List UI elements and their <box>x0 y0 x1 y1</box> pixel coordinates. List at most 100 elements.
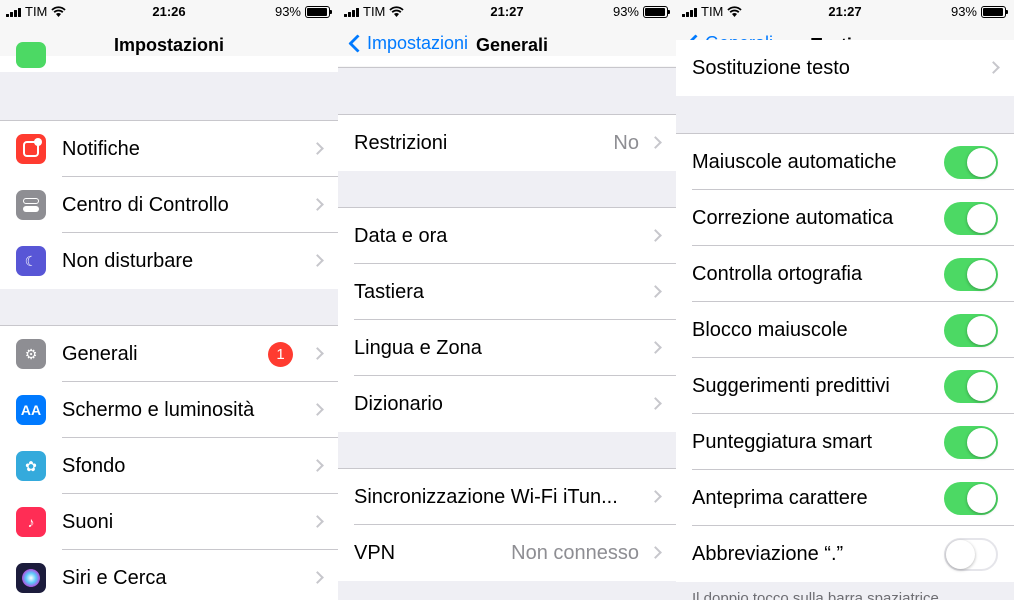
toggle-knob <box>967 148 996 177</box>
battery-icon <box>981 5 1008 18</box>
chevron-right-icon <box>649 229 662 242</box>
row-label: VPN <box>354 542 396 564</box>
row-label: Lingua e Zona <box>354 337 482 359</box>
moon-icon: ☾ <box>16 246 46 276</box>
page-title: Generali <box>476 35 549 55</box>
row-label: Notifiche <box>62 138 140 160</box>
toggle-row-abbreviazione: Abbreviazione “.” <box>676 526 1014 582</box>
chevron-right-icon <box>649 285 662 298</box>
general-row-restrizioni[interactable]: Restrizioni No <box>338 115 676 171</box>
toggle-row-anteprima-carattere: Anteprima carattere <box>676 470 1014 526</box>
speaker-icon: ♪ <box>16 507 46 537</box>
control-center-icon <box>16 190 46 220</box>
toggle-switch[interactable] <box>944 258 998 291</box>
toggle-row-maiuscole-automatiche: Maiuscole automatiche <box>676 134 1014 190</box>
toggle-switch[interactable] <box>944 314 998 347</box>
status-bar: TIM 21:27 93% <box>676 0 1014 24</box>
toggle-row-punteggiatura-smart: Punteggiatura smart <box>676 414 1014 470</box>
general-panel: TIM 21:27 93% Impostazioni Generali Rest… <box>338 0 676 600</box>
general-row-lingua-e-zona[interactable]: Lingua e Zona <box>338 320 676 376</box>
general-row-dizionario[interactable]: Dizionario <box>338 376 676 432</box>
row-label: Restrizioni <box>354 132 448 154</box>
toggle-switch[interactable] <box>944 482 998 515</box>
toggle-knob <box>967 484 996 513</box>
row-label: Schermo e luminosità <box>62 399 255 421</box>
row-label: Punteggiatura smart <box>692 431 873 453</box>
row-label: Sincronizzazione Wi-Fi iTun... <box>354 486 618 508</box>
row-label: Correzione automatica <box>692 207 894 229</box>
row-label: Sfondo <box>62 455 126 477</box>
battery-icon <box>305 5 332 18</box>
settings-row-centro-di-controllo[interactable]: Centro di Controllo <box>0 177 338 233</box>
row-label: Blocco maiuscole <box>692 319 848 341</box>
row-label: Tastiera <box>354 281 425 303</box>
notification-badge: 1 <box>268 342 293 367</box>
toggle-knob <box>967 428 996 457</box>
toggle-switch[interactable] <box>944 202 998 235</box>
chevron-left-icon <box>348 34 367 53</box>
toggle-row-correzione-automatica: Correzione automatica <box>676 190 1014 246</box>
settings-row-sfondo[interactable]: ✿ Sfondo <box>0 438 338 494</box>
general-row-tastiera[interactable]: Tastiera <box>338 264 676 320</box>
gear-icon: ⚙ <box>16 339 46 369</box>
row-label: Data e ora <box>354 225 448 247</box>
row-detail-value: No <box>613 132 639 154</box>
settings-row-suoni[interactable]: ♪ Suoni <box>0 494 338 550</box>
row-label: Anteprima carattere <box>692 487 868 509</box>
partial-row <box>0 42 338 72</box>
settings-row-notifiche[interactable]: Notifiche <box>0 121 338 177</box>
toggle-switch[interactable] <box>944 370 998 403</box>
toggle-row-blocco-maiuscole: Blocco maiuscole <box>676 302 1014 358</box>
toggle-row-suggerimenti-predittivi: Suggerimenti predittivi <box>676 358 1014 414</box>
battery-percent: 93% <box>950 4 977 19</box>
toggle-switch[interactable] <box>944 146 998 179</box>
row-label: Generali <box>62 343 138 365</box>
text-replacement-row[interactable]: Sostituzione testo <box>676 40 1014 96</box>
icon-glyph: AA <box>20 402 42 418</box>
chevron-right-icon <box>311 571 324 584</box>
battery-icon <box>643 5 670 18</box>
row-label: Non disturbare <box>62 250 194 272</box>
chevron-right-icon <box>649 397 662 410</box>
back-button-label: Impostazioni <box>367 33 469 53</box>
row-label: Suggerimenti predittivi <box>692 375 890 397</box>
footer-note: Il doppio tocco sulla barra spaziatrice <box>692 590 939 600</box>
chevron-right-icon <box>311 347 324 360</box>
notifications-icon <box>16 134 46 164</box>
chevron-right-icon <box>311 459 324 472</box>
row-detail-value: Non connesso <box>511 542 639 564</box>
battery-percent: 93% <box>612 4 639 19</box>
toggle-knob <box>946 540 975 569</box>
chevron-right-icon <box>311 515 324 528</box>
general-row-data-e-ora[interactable]: Data e ora <box>338 208 676 264</box>
page-title: Impostazioni <box>113 35 224 55</box>
settings-row-siri-e-cerca[interactable]: Siri e Cerca <box>0 550 338 600</box>
toggle-knob <box>967 260 996 289</box>
wallpaper-flower-icon: ✿ <box>16 451 46 481</box>
chevron-right-icon <box>311 198 324 211</box>
toggle-row-controlla-ortografia: Controlla ortografia <box>676 246 1014 302</box>
keyboards-panel: TIM 21:27 93% Generali Tastiere Sostituz… <box>676 0 1014 600</box>
row-label: Abbreviazione “.” <box>692 543 844 565</box>
back-button[interactable]: Impostazioni <box>346 33 468 54</box>
general-row-vpn[interactable]: VPN Non connesso <box>338 525 676 581</box>
chevron-right-icon <box>987 61 1000 74</box>
partial-row <box>338 56 676 66</box>
row-label: Suoni <box>62 511 114 533</box>
settings-panel: TIM 21:26 93% Impostazioni Notifiche Cent… <box>0 0 338 600</box>
chevron-right-icon <box>649 136 662 149</box>
status-bar: TIM 21:26 93% <box>0 0 338 24</box>
chevron-right-icon <box>311 142 324 155</box>
row-label: Controlla ortografia <box>692 263 863 285</box>
general-row-sincronizzazione-wi-fi-itun-[interactable]: Sincronizzazione Wi-Fi iTun... <box>338 469 676 525</box>
settings-row-generali[interactable]: ⚙ Generali 1 <box>0 326 338 382</box>
partial-app-icon <box>16 42 46 68</box>
row-label: Dizionario <box>354 393 443 415</box>
toggle-knob <box>967 372 996 401</box>
settings-row-schermo-e-luminosit-[interactable]: AA Schermo e luminosità <box>0 382 338 438</box>
settings-row-non-disturbare[interactable]: ☾ Non disturbare <box>0 233 338 289</box>
toggle-switch[interactable] <box>944 426 998 459</box>
group-separator <box>0 325 338 326</box>
toggle-switch[interactable] <box>944 538 998 571</box>
row-label: Maiuscole automatiche <box>692 151 897 173</box>
